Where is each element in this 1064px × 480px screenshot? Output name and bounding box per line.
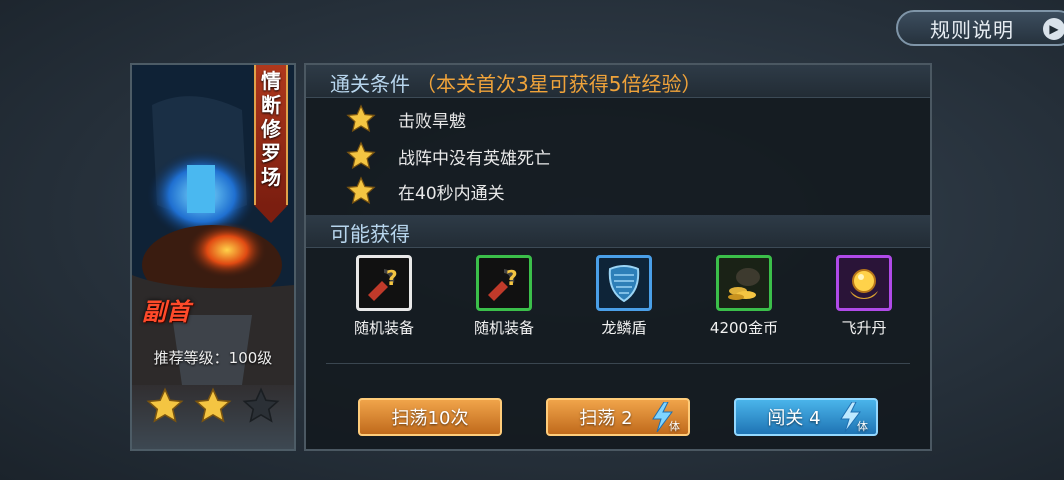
star-empty-icon [242,387,280,423]
sweep-button[interactable]: 扫荡 2 体 [546,398,690,436]
star-filled-icon [146,387,184,423]
reward-item[interactable]: ? 随机装备 [444,255,564,338]
stage-name-banner: 情断修罗场 [254,65,288,223]
random-equipment-icon: ? [356,255,412,311]
reward-item[interactable]: 4200金币 [684,255,804,338]
challenge-label: 闯关 4 [767,408,821,429]
svg-text:?: ? [506,266,518,290]
stage-detail-panel: 通关条件 （本关首次3星可获得5倍经验） 击败旱魃 战阵中没有英雄死亡 在40秒内… [304,63,932,451]
rules-label: 规则说明 [930,17,1014,42]
condition-item: 战阵中没有英雄死亡 [346,140,551,172]
condition-item: 击败旱魃 [346,103,466,135]
recommended-level: 推荐等级：100级 [153,349,273,367]
rules-button[interactable]: 规则说明 ▶ [896,10,1064,46]
reward-name: 随机装备 [473,319,534,337]
sweep-10-button[interactable]: 扫荡10次 [358,398,502,436]
reward-item[interactable]: 龙鳞盾 [564,255,684,338]
rewards-list: ? 随机装备 ? 随机装备 龙鳞盾 4200金币 飞升丹 [306,255,930,345]
stage-card[interactable]: 情断修罗场 副首 推荐等级：100级 [130,63,296,451]
challenge-button[interactable]: 闯关 4 体 [734,398,878,436]
reward-name: 4200金币 [709,319,779,337]
lightning-bolt-icon: 体 [838,401,868,434]
stamina-label: 体 [669,420,680,433]
star-icon [346,104,376,133]
sweep-label: 扫荡 2 [579,408,633,429]
rewards-title: 可能获得 [330,222,410,246]
gold-coins-icon [716,255,772,311]
arrow-right-icon: ▶ [1043,18,1064,40]
stage-name: 情断修罗场 [261,69,281,189]
bonus-note: （本关首次3星可获得5倍经验） [416,72,702,96]
lightning-bolt-icon: 体 [650,401,680,434]
ascension-pill-icon [836,255,892,311]
reward-item[interactable]: 飞升丹 [804,255,924,338]
conditions-title: 通关条件 [330,72,410,96]
divider [326,363,910,364]
dragon-scale-shield-icon [596,255,652,311]
star-filled-icon [194,387,232,423]
random-equipment-icon: ? [476,255,532,311]
star-icon [346,176,376,205]
boss-tag: 副首 [142,298,190,326]
stamina-label: 体 [857,420,868,433]
condition-item: 在40秒内通关 [346,175,505,207]
reward-name: 随机装备 [353,319,414,337]
condition-text: 在40秒内通关 [398,183,505,204]
condition-text: 战阵中没有英雄死亡 [398,148,551,169]
sweep-10-label: 扫荡10次 [391,408,469,429]
reward-item[interactable]: ? 随机装备 [324,255,444,338]
conditions-header: 通关条件 （本关首次3星可获得5倍经验） [306,65,930,98]
rewards-header: 可能获得 [306,215,930,248]
svg-text:?: ? [386,266,398,290]
reward-name: 飞升丹 [841,319,887,337]
condition-text: 击败旱魃 [398,111,466,132]
star-icon [346,141,376,170]
stage-star-rating [146,387,286,427]
reward-name: 龙鳞盾 [601,319,647,337]
